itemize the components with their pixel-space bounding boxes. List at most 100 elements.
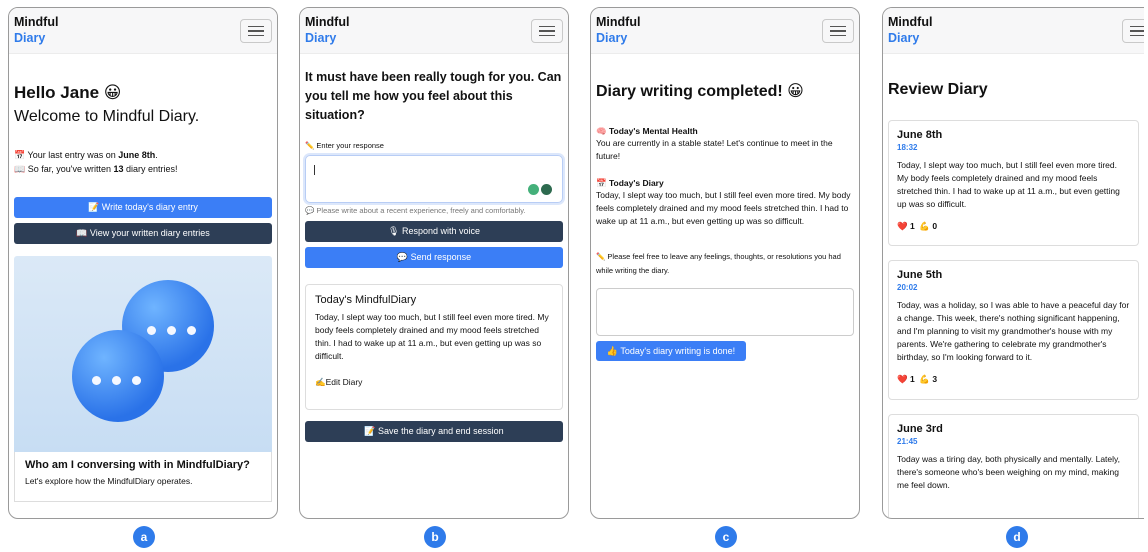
about-card-title: Who am I conversing with in MindfulDiary…	[25, 459, 250, 471]
mental-health-text: You are currently in a stable state! Let…	[596, 138, 833, 161]
text-cursor	[314, 165, 315, 175]
hamburger-icon-line	[248, 34, 264, 37]
panel-label-b: b	[424, 526, 446, 548]
entry-date: June 5th	[897, 269, 943, 281]
hamburger-icon-line	[830, 34, 846, 37]
entry-count-line: 📖 So far, you've written 13 diary entrie…	[14, 162, 272, 176]
dot-icon	[92, 376, 101, 385]
entry-body: Today, I slept way too much, but I still…	[897, 160, 1120, 209]
panel-review: Mindful Diary Review Diary June 8th 18:3…	[882, 7, 1144, 519]
greeting: Hello Jane 😀	[14, 83, 122, 102]
panel-completed: Mindful Diary Diary writing completed! 😀…	[590, 7, 860, 519]
diary-preview-body: Today, I slept way too much, but I still…	[315, 312, 549, 361]
hamburger-icon-line	[1130, 30, 1144, 32]
entry-body: Today, was a holiday, so I was able to h…	[897, 300, 1130, 362]
dot-icon	[112, 376, 121, 385]
send-response-button[interactable]: 💬 Send response	[305, 247, 563, 268]
menu-toggle-button[interactable]	[822, 19, 854, 43]
strong-reaction[interactable]: 💪 3	[919, 374, 937, 384]
panel-home: Mindful Diary Hello Jane 😀 Welcome to Mi…	[8, 7, 278, 519]
reflection-input[interactable]	[596, 288, 854, 336]
dot-icon	[187, 326, 196, 335]
welcome-text: Welcome to Mindful Diary.	[14, 108, 200, 125]
entry-time: 18:32	[897, 143, 918, 152]
last-entry-suffix: .	[155, 150, 158, 160]
menu-toggle-button[interactable]	[240, 19, 272, 43]
navbar: Mindful Diary	[300, 8, 568, 54]
submit-arrow-icon[interactable]	[541, 184, 552, 195]
panel-label-d: d	[1006, 526, 1028, 548]
brand-name[interactable]: Mindful	[14, 15, 277, 30]
hamburger-icon-line	[830, 30, 846, 32]
chat-bubbles-illustration	[14, 256, 272, 452]
hamburger-icon-line	[1130, 34, 1144, 37]
diary-done-button[interactable]: 👍 Today's diary writing is done!	[596, 341, 746, 361]
edit-diary-link[interactable]: ✍️Edit Diary	[315, 377, 553, 388]
input-tools	[528, 184, 552, 195]
save-diary-button[interactable]: 📝 Save the diary and end session	[305, 421, 563, 442]
hamburger-icon-line	[539, 34, 555, 37]
brand-name-accent[interactable]: Diary	[596, 30, 859, 46]
diary-preview-card: Today's MindfulDiary Today, I slept way …	[305, 284, 563, 410]
entry-reactions: ❤️ 1 💪 3	[897, 374, 1130, 385]
dot-icon	[132, 376, 141, 385]
completion-title: Diary writing completed! 😀	[596, 83, 804, 100]
entry-date: June 8th	[897, 129, 943, 141]
strong-reaction[interactable]: 💪 0	[919, 221, 937, 231]
todays-diary-label: 📅 Today's Diary	[596, 178, 664, 188]
menu-toggle-button[interactable]	[1122, 19, 1144, 43]
response-label: ✏️ Enter your response	[305, 141, 384, 150]
entry-reactions: ❤️ 1 💪 0	[897, 221, 1130, 232]
heart-reaction[interactable]: ❤️ 1	[897, 374, 915, 384]
brand-name[interactable]: Mindful	[305, 15, 568, 30]
entry-count-value: 13	[113, 164, 124, 174]
brand-name-accent[interactable]: Diary	[14, 30, 277, 46]
diary-entry-card[interactable]: June 3rd 21:45 Today was a tiring day, b…	[888, 414, 1139, 518]
diary-entry-card[interactable]: June 5th 20:02 Today, was a holiday, so …	[888, 260, 1139, 400]
panel-label-a: a	[133, 526, 155, 548]
last-entry-date: June 8th	[118, 150, 156, 160]
mental-health-label: 🧠 Today's Mental Health	[596, 126, 698, 136]
hamburger-icon	[1130, 25, 1144, 28]
hamburger-icon-line	[539, 30, 555, 32]
entry-count-prefix: 📖 So far, you've written	[14, 164, 114, 174]
navbar: Mindful Diary	[9, 8, 277, 54]
navbar: Mindful Diary	[883, 8, 1144, 54]
panel-chat: Mindful Diary It must have been really t…	[299, 7, 569, 519]
hamburger-icon	[539, 25, 555, 28]
menu-toggle-button[interactable]	[531, 19, 563, 43]
diary-entry-card[interactable]: June 8th 18:32 Today, I slept way too mu…	[888, 120, 1139, 246]
panel-label-c: c	[715, 526, 737, 548]
dot-icon	[147, 326, 156, 335]
entry-time: 21:45	[897, 437, 918, 446]
brand-name[interactable]: Mindful	[596, 15, 859, 30]
heart-reaction[interactable]: ❤️ 1	[897, 221, 915, 231]
reflection-prompt: ✏️ Please feel free to leave any feeling…	[596, 252, 841, 275]
write-diary-button[interactable]: 📝 Write today's diary entry	[14, 197, 272, 218]
brand-name-accent[interactable]: Diary	[888, 30, 1144, 46]
todays-diary-text: Today, I slept way too much, but I still…	[596, 190, 851, 226]
review-title: Review Diary	[888, 81, 988, 98]
brand-name[interactable]: Mindful	[888, 15, 1144, 30]
entry-date: June 3rd	[897, 423, 943, 435]
voice-response-button[interactable]: 🎙 Respond with voice	[305, 221, 563, 242]
about-card-subtitle: Let's explore how the MindfulDiary opera…	[25, 476, 193, 486]
last-entry-line: 📅 Your last entry was on June 8th.	[14, 148, 272, 162]
dot-icon	[167, 326, 176, 335]
last-entry-prefix: 📅 Your last entry was on	[14, 150, 119, 160]
entry-time: 20:02	[897, 283, 918, 292]
entry-count-suffix: diary entries!	[123, 164, 178, 174]
entry-body: Today was a tiring day, both physically …	[897, 454, 1121, 490]
lightbulb-icon[interactable]	[528, 184, 539, 195]
response-hint: 💬 Please write about a recent experience…	[305, 206, 526, 215]
hamburger-icon	[248, 25, 264, 28]
ai-question: It must have been really tough for you. …	[305, 70, 562, 122]
hamburger-icon-line	[248, 30, 264, 32]
diary-preview-title: Today's MindfulDiary	[315, 294, 417, 306]
about-card[interactable]: Who am I conversing with in MindfulDiary…	[14, 452, 272, 502]
navbar: Mindful Diary	[591, 8, 859, 54]
view-diary-button[interactable]: 📖 View your written diary entries	[14, 223, 272, 244]
hamburger-icon	[830, 25, 846, 28]
response-input[interactable]	[305, 155, 563, 203]
brand-name-accent[interactable]: Diary	[305, 30, 568, 46]
